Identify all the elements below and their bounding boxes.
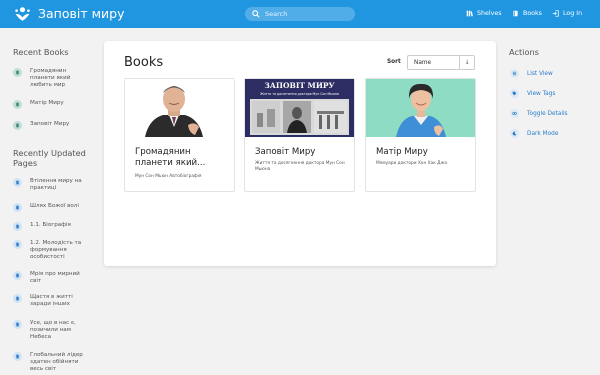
recent-books-heading: Recent Books	[13, 47, 69, 57]
sort-select[interactable]: Name ↓	[407, 55, 475, 70]
book-card[interactable]: ЗАПОВІТ МИРУ Життя та досягнення доктора…	[244, 78, 355, 192]
action-label: Dark Mode	[527, 130, 559, 137]
recent-page-label: 1.1. Біографія	[30, 222, 71, 228]
nav-login-label: Log In	[563, 10, 583, 17]
nav-shelves[interactable]: Shelves	[466, 9, 502, 18]
page-icon	[13, 222, 22, 231]
book-icon	[13, 68, 22, 77]
page-icon	[13, 352, 22, 361]
action-label: List View	[527, 70, 553, 77]
books-panel: Books Sort Name ↓ Громадянин планети яки…	[104, 41, 496, 266]
left-sidebar: Recent Books Громадянин планети який люб…	[0, 28, 100, 375]
page-icon	[13, 294, 22, 303]
action-dark-mode[interactable]: Dark Mode	[510, 129, 558, 138]
shelves-icon	[466, 10, 473, 17]
recent-page-label: 1.2. Молодість та формування особистості	[30, 240, 82, 261]
recent-page-label: Мрія про мирний світ	[30, 271, 80, 285]
search-icon	[252, 10, 260, 18]
recent-book-label: Громадянин планети який любить мир	[30, 68, 71, 89]
action-list-view[interactable]: List View	[510, 69, 553, 78]
book-title: Матір Миру	[376, 147, 428, 157]
search-bar[interactable]	[245, 7, 355, 21]
recent-page-label: Шлях Божої волі	[30, 203, 79, 209]
logo-icon[interactable]	[14, 6, 31, 22]
tag-icon	[510, 89, 519, 98]
actions-heading: Actions	[509, 47, 539, 57]
right-sidebar: Actions List View View Tags Toggle Detai…	[500, 28, 600, 375]
nav-books[interactable]: Books	[512, 9, 542, 18]
recent-book-label: Заповіт Миру	[30, 121, 70, 127]
nav-books-label: Books	[523, 10, 542, 17]
page-icon	[13, 271, 22, 280]
book-description: Мемуари доктори Хон Хак Джа	[376, 161, 448, 166]
list-icon	[510, 69, 519, 78]
search-input[interactable]	[265, 10, 355, 18]
sort-value: Name	[414, 59, 432, 66]
recent-book-label: Матір Миру	[30, 100, 64, 106]
book-description: Життя та досягнення доктора Мун Сон Мьюн…	[255, 161, 345, 172]
recent-pages-heading: Recently Updated Pages	[13, 148, 86, 168]
nav-login[interactable]: Log In	[552, 9, 582, 18]
sort-direction-button[interactable]: ↓	[459, 56, 474, 69]
book-cover-image: ЗАПОВІТ МИРУ Життя та досягнення доктора…	[245, 79, 354, 137]
book-icon	[13, 100, 22, 109]
book-card[interactable]: Матір Миру Мемуари доктори Хон Хак Джа	[365, 78, 476, 192]
book-description: Мун Сон Мьюн Автобіографія	[135, 174, 202, 179]
app-header: Заповіт миру Shelves Books Log In	[0, 0, 600, 28]
book-icon	[13, 121, 22, 130]
action-view-tags[interactable]: View Tags	[510, 89, 555, 98]
book-title: Громадянин планети який...	[135, 147, 206, 168]
recent-page-label: Щастя в житті заради інших	[30, 294, 73, 308]
action-label: Toggle Details	[527, 110, 568, 117]
page-icon	[13, 240, 22, 249]
book-cover-image	[125, 79, 234, 137]
recent-book-item[interactable]: Матір Миру	[13, 100, 92, 109]
page-icon	[13, 178, 22, 187]
recent-page-label: Глобальний лідер здатен обійняти весь св…	[30, 352, 83, 373]
recent-page-item[interactable]: 1.2. Молодість та формування особистості	[13, 240, 92, 262]
recent-page-item[interactable]: Шлях Божої волі	[13, 203, 92, 212]
recent-book-item[interactable]: Заповіт Миру	[13, 121, 92, 130]
recent-page-item[interactable]: Мрія про мирний світ	[13, 271, 92, 285]
app-title[interactable]: Заповіт миру	[38, 5, 124, 22]
action-toggle-details[interactable]: Toggle Details	[510, 109, 568, 118]
recent-page-item[interactable]: Щастя в житті заради інших	[13, 294, 92, 308]
recent-page-label: Усе, що в нас є, позичили нам Небеса	[30, 320, 76, 341]
page-title: Books	[124, 55, 164, 70]
page-icon	[13, 203, 22, 212]
action-label: View Tags	[527, 90, 556, 97]
recent-page-item[interactable]: Усе, що в нас є, позичили нам Небеса	[13, 320, 92, 342]
recent-book-item[interactable]: Громадянин планети який любить мир	[13, 68, 92, 90]
book-card[interactable]: Громадянин планети який... Мун Сон Мьюн …	[124, 78, 235, 192]
recent-page-item[interactable]: Глобальний лідер здатен обійняти весь св…	[13, 352, 92, 374]
books-icon	[513, 10, 518, 17]
book-cover-image	[366, 79, 475, 137]
eye-icon	[510, 109, 519, 118]
nav-shelves-label: Shelves	[477, 10, 502, 17]
book-title: Заповіт Миру	[255, 147, 316, 157]
recent-page-item[interactable]: Втілення миру на практиці	[13, 178, 92, 192]
login-icon	[552, 10, 559, 17]
moon-icon	[510, 129, 519, 138]
sort-label: Sort	[387, 59, 401, 65]
cover-title: ЗАПОВІТ МИРУ	[264, 81, 334, 90]
cover-subtitle: Життя та досягнення доктора Мун Сон Мьюн…	[260, 92, 339, 96]
page-icon	[13, 320, 22, 329]
recent-page-label: Втілення миру на практиці	[30, 178, 82, 192]
recent-page-item[interactable]: 1.1. Біографія	[13, 222, 92, 231]
